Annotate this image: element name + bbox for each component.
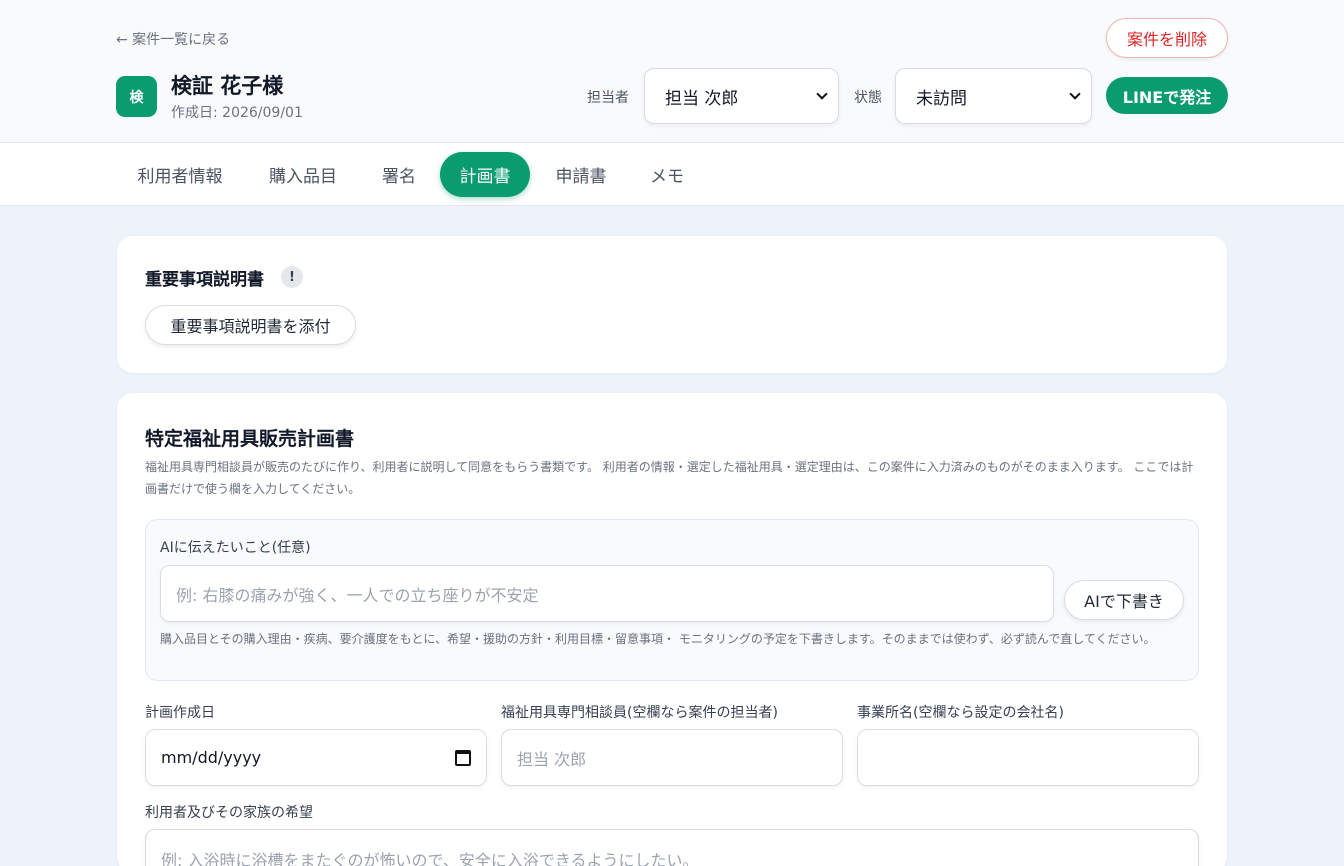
warning-icon: ! — [281, 266, 303, 288]
tab-bar: 利用者情報 購入品目 署名 計画書 申請書 メモ — [0, 143, 1344, 206]
tab-signature[interactable]: 署名 — [366, 152, 432, 197]
family-wish-input[interactable]: 例: 入浴時に浴槽をまたぐのが怖いので、安全に入浴できるようにしたい。 — [145, 829, 1199, 866]
ai-instruction-label: AIに伝えたいこと(任意) — [160, 540, 311, 556]
tab-application[interactable]: 申請書 — [540, 152, 622, 197]
line-order-button[interactable]: LINEで発注 — [1106, 77, 1228, 114]
office-name-input[interactable] — [857, 729, 1199, 786]
status-select[interactable]: 未訪問 — [895, 68, 1092, 124]
ai-draft-button[interactable]: AIで下書き — [1064, 580, 1184, 620]
assignee-label: 担当者 — [587, 90, 629, 106]
ai-instruction-input[interactable]: 例: 右膝の痛みが強く、一人での立ち座りが不安定 — [160, 565, 1054, 622]
family-wish-placeholder: 例: 入浴時に浴槽をまたぐのが怖いので、安全に入浴できるようにしたい。 — [161, 851, 699, 866]
important-matters-title: 重要事項説明書 — [145, 270, 264, 290]
plan-date-format: mm/dd/yyyy — [161, 748, 262, 767]
status-label: 状態 — [854, 90, 882, 106]
tab-memo[interactable]: メモ — [636, 152, 698, 197]
sales-plan-title: 特定福祉用具販売計画書 — [145, 428, 355, 450]
chevron-down-icon — [1069, 88, 1081, 100]
delete-case-button[interactable]: 案件を削除 — [1106, 18, 1228, 58]
plan-date-input[interactable]: mm/dd/yyyy — [145, 729, 487, 786]
chevron-down-icon — [816, 88, 828, 100]
consultant-placeholder: 担当 次郎 — [517, 749, 587, 769]
ai-draft-note: 購入品目とその購入理由・疾病、要介護度をもとに、希望・援助の方針・利用目標・留意… — [160, 632, 1156, 646]
tab-purchase-items[interactable]: 購入品目 — [252, 152, 354, 197]
plan-date-label: 計画作成日 — [145, 705, 215, 721]
assignee-select-value: 担当 次郎 — [665, 88, 739, 109]
sales-plan-description: 福祉用具専門相談員が販売のたびに作り、利用者に説明して同意をもらう書類です。 利… — [145, 460, 1194, 496]
office-name-label: 事業所名(空欄なら設定の会社名) — [857, 705, 1064, 721]
attach-important-matters-button[interactable]: 重要事項説明書を添付 — [145, 305, 356, 345]
assignee-select[interactable]: 担当 次郎 — [644, 68, 839, 124]
family-wish-label: 利用者及びその家族の希望 — [145, 805, 313, 821]
tab-plan[interactable]: 計画書 — [440, 152, 530, 197]
calendar-icon[interactable] — [455, 749, 471, 766]
case-title: 検証 花子様 — [171, 74, 284, 98]
created-date: 作成日: 2026/09/01 — [171, 105, 303, 121]
status-select-value: 未訪問 — [916, 88, 967, 109]
consultant-label: 福祉用具専門相談員(空欄なら案件の担当者) — [501, 705, 778, 721]
case-avatar: 検 — [116, 76, 157, 117]
case-header: ← 案件一覧に戻る 案件を削除 検 検証 花子様 作成日: 2026/09/01… — [0, 0, 1344, 143]
consultant-input[interactable]: 担当 次郎 — [501, 729, 843, 786]
tab-user-info[interactable]: 利用者情報 — [118, 152, 242, 197]
ai-instruction-placeholder: 例: 右膝の痛みが強く、一人での立ち座りが不安定 — [176, 585, 539, 605]
back-to-list-link[interactable]: ← 案件一覧に戻る — [116, 29, 230, 49]
